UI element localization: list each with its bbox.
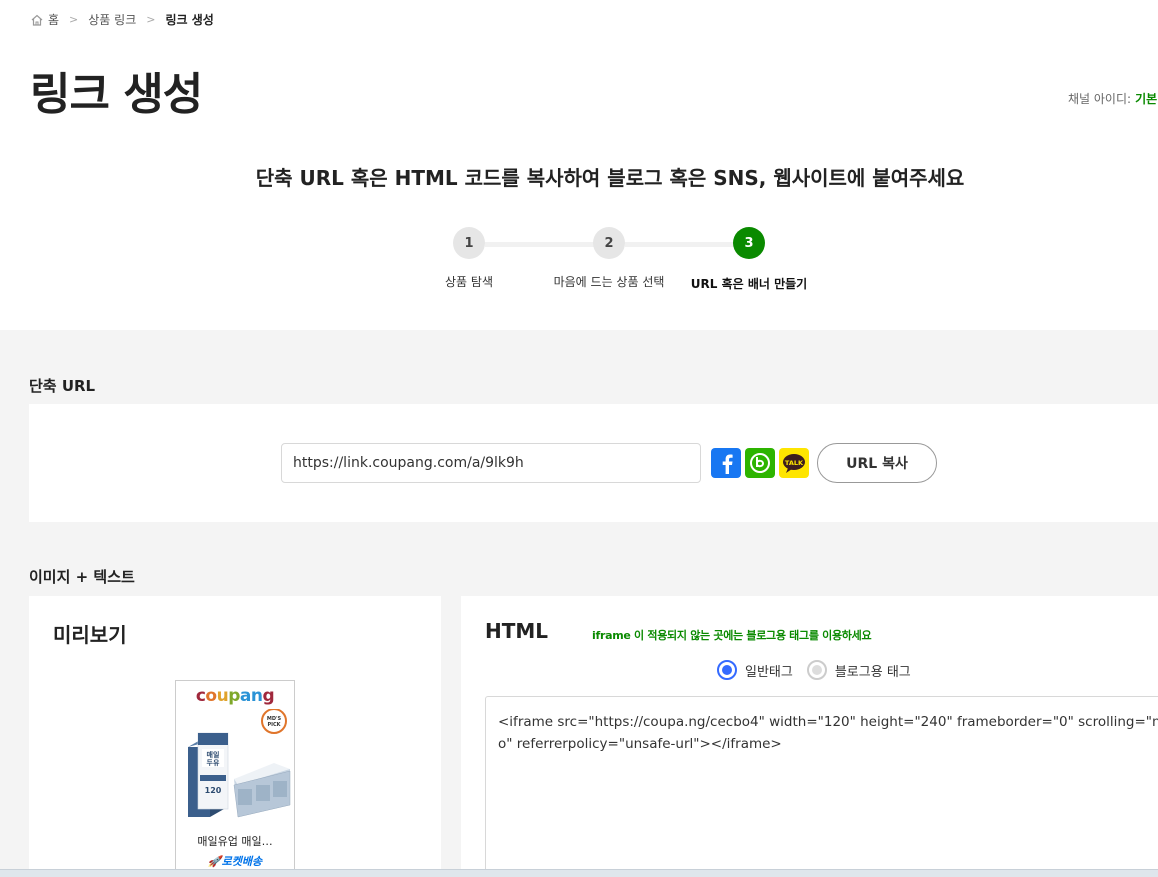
svg-text:TALK: TALK <box>785 459 804 467</box>
page-title: 링크 생성 <box>30 69 203 120</box>
html-code-textarea[interactable]: <iframe src="https://coupa.ng/cecbo4" wi… <box>485 696 1158 877</box>
product-banner-preview[interactable]: coupang 매일 두유 120 MD'S PICK 매일유업 매일… 🚀로켓… <box>175 680 295 877</box>
breadcrumb-current: 링크 생성 <box>165 13 214 27</box>
kakaotalk-share-button[interactable]: TALK <box>779 448 809 478</box>
breadcrumb-product-link[interactable]: 상품 링크 <box>88 11 136 28</box>
svg-text:매일: 매일 <box>207 750 220 759</box>
channel-id: 채널 아이디: 기본 <box>1068 90 1157 107</box>
radio-normal-tag[interactable] <box>717 660 737 680</box>
step-1-label: 상품 탐색 <box>445 275 493 289</box>
short-url-input[interactable] <box>281 443 701 483</box>
top-section: 홈 > 상품 링크 > 링크 생성 링크 생성 채널 아이디: 기본 단축 URL… <box>0 0 1158 330</box>
image-text-section-title: 이미지 + 텍스트 <box>29 568 135 586</box>
bottom-scrollbar[interactable] <box>0 869 1158 877</box>
progress-steps: 1 2 3 상품 탐색 마음에 드는 상품 선택 URL 혹은 배너 만들기 <box>0 226 1158 296</box>
step-2-circle: 2 <box>593 227 625 259</box>
svg-text:120: 120 <box>205 786 222 795</box>
step-2-label: 마음에 드는 상품 선택 <box>553 275 665 289</box>
preview-card: 미리보기 coupang 매일 두유 120 MD'S PICK 매일유업 매일… <box>29 596 441 877</box>
short-url-section-title: 단축 URL <box>29 377 96 395</box>
svg-text:두유: 두유 <box>207 758 220 767</box>
coupang-logo: coupang <box>195 686 275 706</box>
instruction-headline: 단축 URL 혹은 HTML 코드를 복사하여 블로그 혹은 SNS, 웹사이트… <box>255 166 965 190</box>
chevron-right-icon: > <box>69 13 79 26</box>
kakaotalk-icon: TALK <box>783 454 805 473</box>
short-url-card: TALK URL 복사 <box>29 404 1158 522</box>
channel-id-label: 채널 아이디: <box>1068 92 1132 106</box>
svg-text:PICK: PICK <box>267 722 281 728</box>
facebook-icon <box>722 454 733 474</box>
step-3-circle: 3 <box>733 227 765 259</box>
url-copy-button[interactable]: URL 복사 <box>817 443 937 483</box>
step-connector <box>625 242 750 247</box>
channel-id-value[interactable]: 기본 <box>1135 92 1157 106</box>
radio-normal-tag-label[interactable]: 일반태그 <box>745 661 793 680</box>
banner-product-name: 매일유업 매일… <box>197 835 273 848</box>
html-title: HTML <box>485 619 549 643</box>
blog-icon <box>750 453 770 473</box>
breadcrumb-home[interactable]: 홈 <box>48 11 59 28</box>
radio-blog-tag-label[interactable]: 블로그용 태그 <box>835 661 911 680</box>
rocket-delivery-label: 로켓배송 <box>221 855 263 868</box>
facebook-share-button[interactable] <box>711 448 741 478</box>
product-image: 매일 두유 120 MD'S PICK <box>188 709 291 818</box>
blog-share-button[interactable] <box>745 448 775 478</box>
rocket-delivery-badge: 🚀로켓배송 <box>176 853 294 869</box>
preview-title: 미리보기 <box>53 623 127 647</box>
breadcrumb: 홈 > 상품 링크 > 링크 생성 <box>30 11 214 28</box>
html-hint-text: iframe 이 적용되지 않는 곳에는 블로그용 태그를 이용하세요 <box>592 629 872 642</box>
html-code-card: HTML iframe 이 적용되지 않는 곳에는 블로그용 태그를 이용하세요… <box>461 596 1158 877</box>
chevron-right-icon: > <box>146 13 156 26</box>
rocket-icon: 🚀 <box>207 855 222 868</box>
step-3-label: URL 혹은 배너 만들기 <box>690 277 808 291</box>
step-connector <box>485 242 610 247</box>
step-1-circle: 1 <box>453 227 485 259</box>
home-icon[interactable] <box>30 13 44 27</box>
radio-blog-tag[interactable] <box>806 660 827 680</box>
tag-type-radio-group: 일반태그 블로그용 태그 <box>717 660 925 680</box>
